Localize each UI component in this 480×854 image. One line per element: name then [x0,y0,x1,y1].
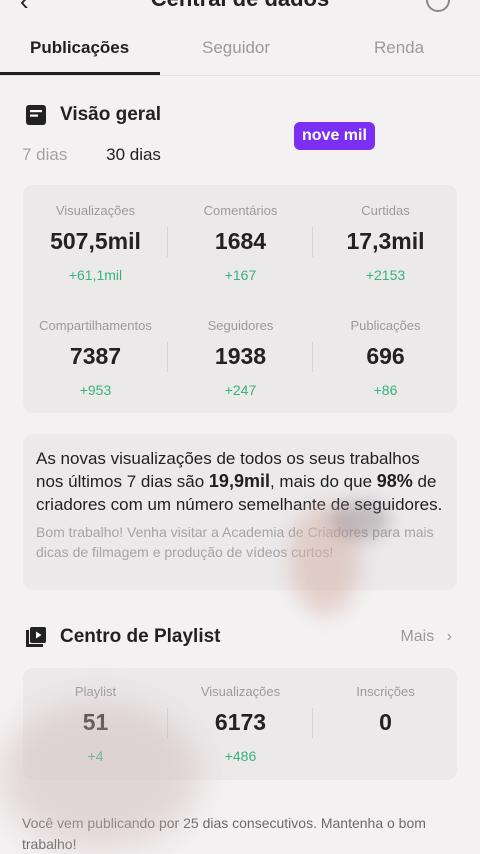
stat-label: Visualizações [55,203,136,218]
stat-subscriptions[interactable]: Inscrições 0 [313,684,458,748]
playlist-title: Centro de Playlist [60,626,221,647]
stat-value: 6173 [214,709,267,735]
stat-followers[interactable]: Seguidores 1938 +247 [168,318,313,398]
stat-delta: +167 [224,267,257,283]
stat-label: Publicações [350,318,421,333]
stat-value: 696 [366,343,405,369]
insight-subtext: Bom trabalho! Venha visitar a Academia d… [36,524,434,560]
playlist-stats-card: Playlist 51 +4 Visualizações 6173 +486 I… [23,668,457,780]
chevron-right-icon: › [446,628,452,645]
insight-text-part: , mais do que [269,472,377,491]
stat-delta: +2153 [365,267,406,283]
stat-shares[interactable]: Compartilhamentos 7387 +953 [23,318,168,398]
caption-overlay: nove mil [294,122,375,150]
stat-playlist-views[interactable]: Visualizações 6173 +486 [168,684,313,764]
tab-seguidor[interactable]: Seguidor [202,38,270,58]
period-7-days[interactable]: 7 dias [22,145,67,164]
stat-label: Visualizações [200,684,281,699]
playlist-more-link[interactable]: Mais › [400,628,452,646]
stat-value: 507,5mil [50,228,141,254]
more-label: Mais [400,628,435,645]
tab-renda[interactable]: Renda [374,38,424,58]
stat-label: Playlist [74,684,117,699]
stat-label: Comentários [203,203,278,218]
playlist-heading: Centro de Playlist [26,626,221,648]
streak-note: Você vem publicando por 25 dias consecut… [22,815,426,852]
tab-bar: Publicações Seguidor Renda [0,26,480,76]
active-tab-indicator [0,72,160,75]
stat-label: Inscrições [356,684,415,699]
stat-label: Seguidores [207,318,274,333]
stat-value: 7387 [69,343,122,369]
stat-value: 1938 [214,343,267,369]
stat-comments[interactable]: Comentários 1684 +167 [168,203,313,283]
stat-views[interactable]: Visualizações 507,5mil +61,1mil [23,203,168,283]
stat-delta: +953 [79,382,112,398]
stat-value: 1684 [214,228,267,254]
stat-value: 17,3mil [346,228,425,254]
stat-delta: +486 [224,748,257,764]
stat-playlists[interactable]: Playlist 51 +4 [23,684,168,764]
period-selector: 7 dias 30 dias [22,145,195,165]
top-bar: ‹ Central de dados [0,0,480,12]
insight-views-value: 19,9mil [208,471,270,491]
stat-value: 0 [379,709,392,735]
stat-value: 51 [82,709,109,735]
playlist-icon [26,627,46,647]
insight-card[interactable]: As novas visualizações de todos os seus … [23,434,457,590]
stat-likes[interactable]: Curtidas 17,3mil +2153 [313,203,458,283]
stat-posts[interactable]: Publicações 696 +86 [313,318,458,398]
stat-delta: +61,1mil [68,267,123,283]
insight-text: As novas visualizações de todos os seus … [36,447,444,516]
stat-delta: +4 [87,748,104,764]
stat-delta: +86 [373,382,398,398]
tab-publicacoes[interactable]: Publicações [30,38,129,58]
period-30-days[interactable]: 30 dias [106,145,161,164]
stat-delta: +247 [224,382,257,398]
page-title: Central de dados [0,0,480,12]
stat-label: Curtidas [361,203,410,218]
overview-title: Visão geral [60,104,162,125]
document-icon [26,105,46,125]
overview-stats-card: Visualizações 507,5mil +61,1mil Comentár… [23,185,457,413]
stat-label: Compartilhamentos [39,318,152,333]
insight-percent-value: 98% [376,471,413,491]
overview-heading: Visão geral [26,104,161,126]
